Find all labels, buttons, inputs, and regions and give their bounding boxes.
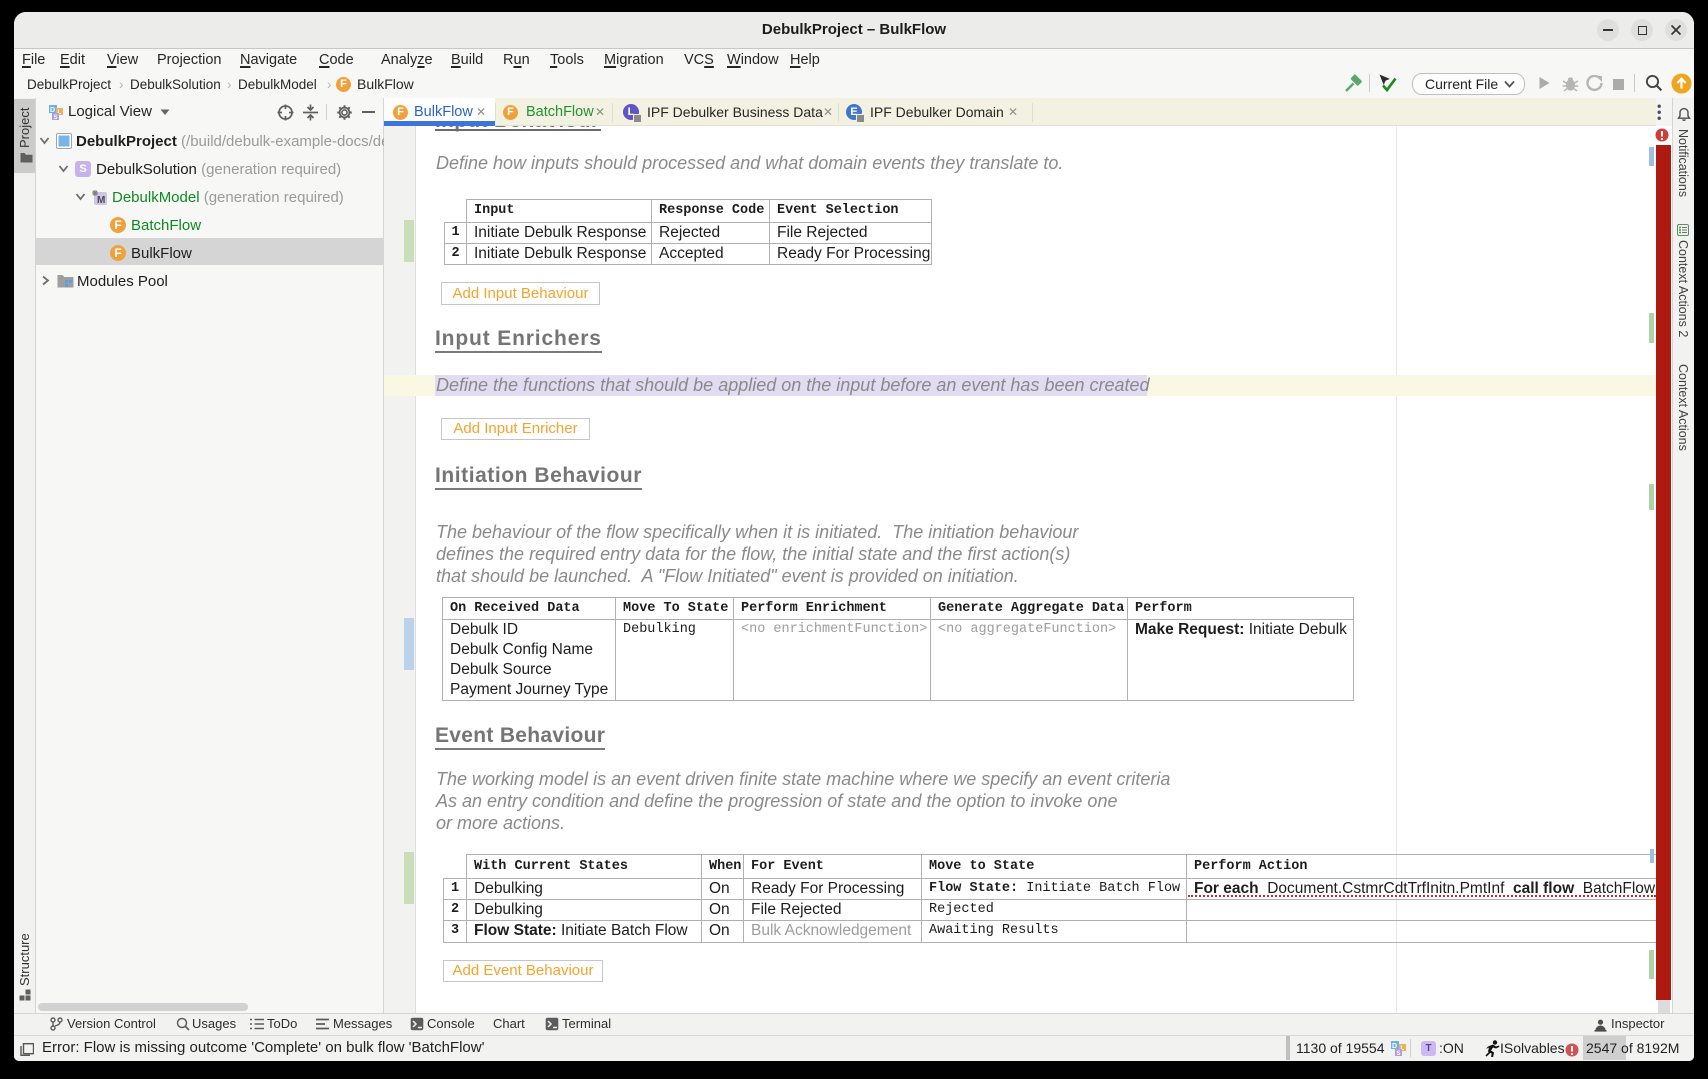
svg-text:S: S (54, 115, 58, 120)
svg-text:D: D (50, 107, 55, 114)
svg-text:S: S (1397, 1051, 1401, 1057)
svg-text:M: M (97, 195, 105, 205)
svg-text:D: D (1392, 1043, 1397, 1050)
